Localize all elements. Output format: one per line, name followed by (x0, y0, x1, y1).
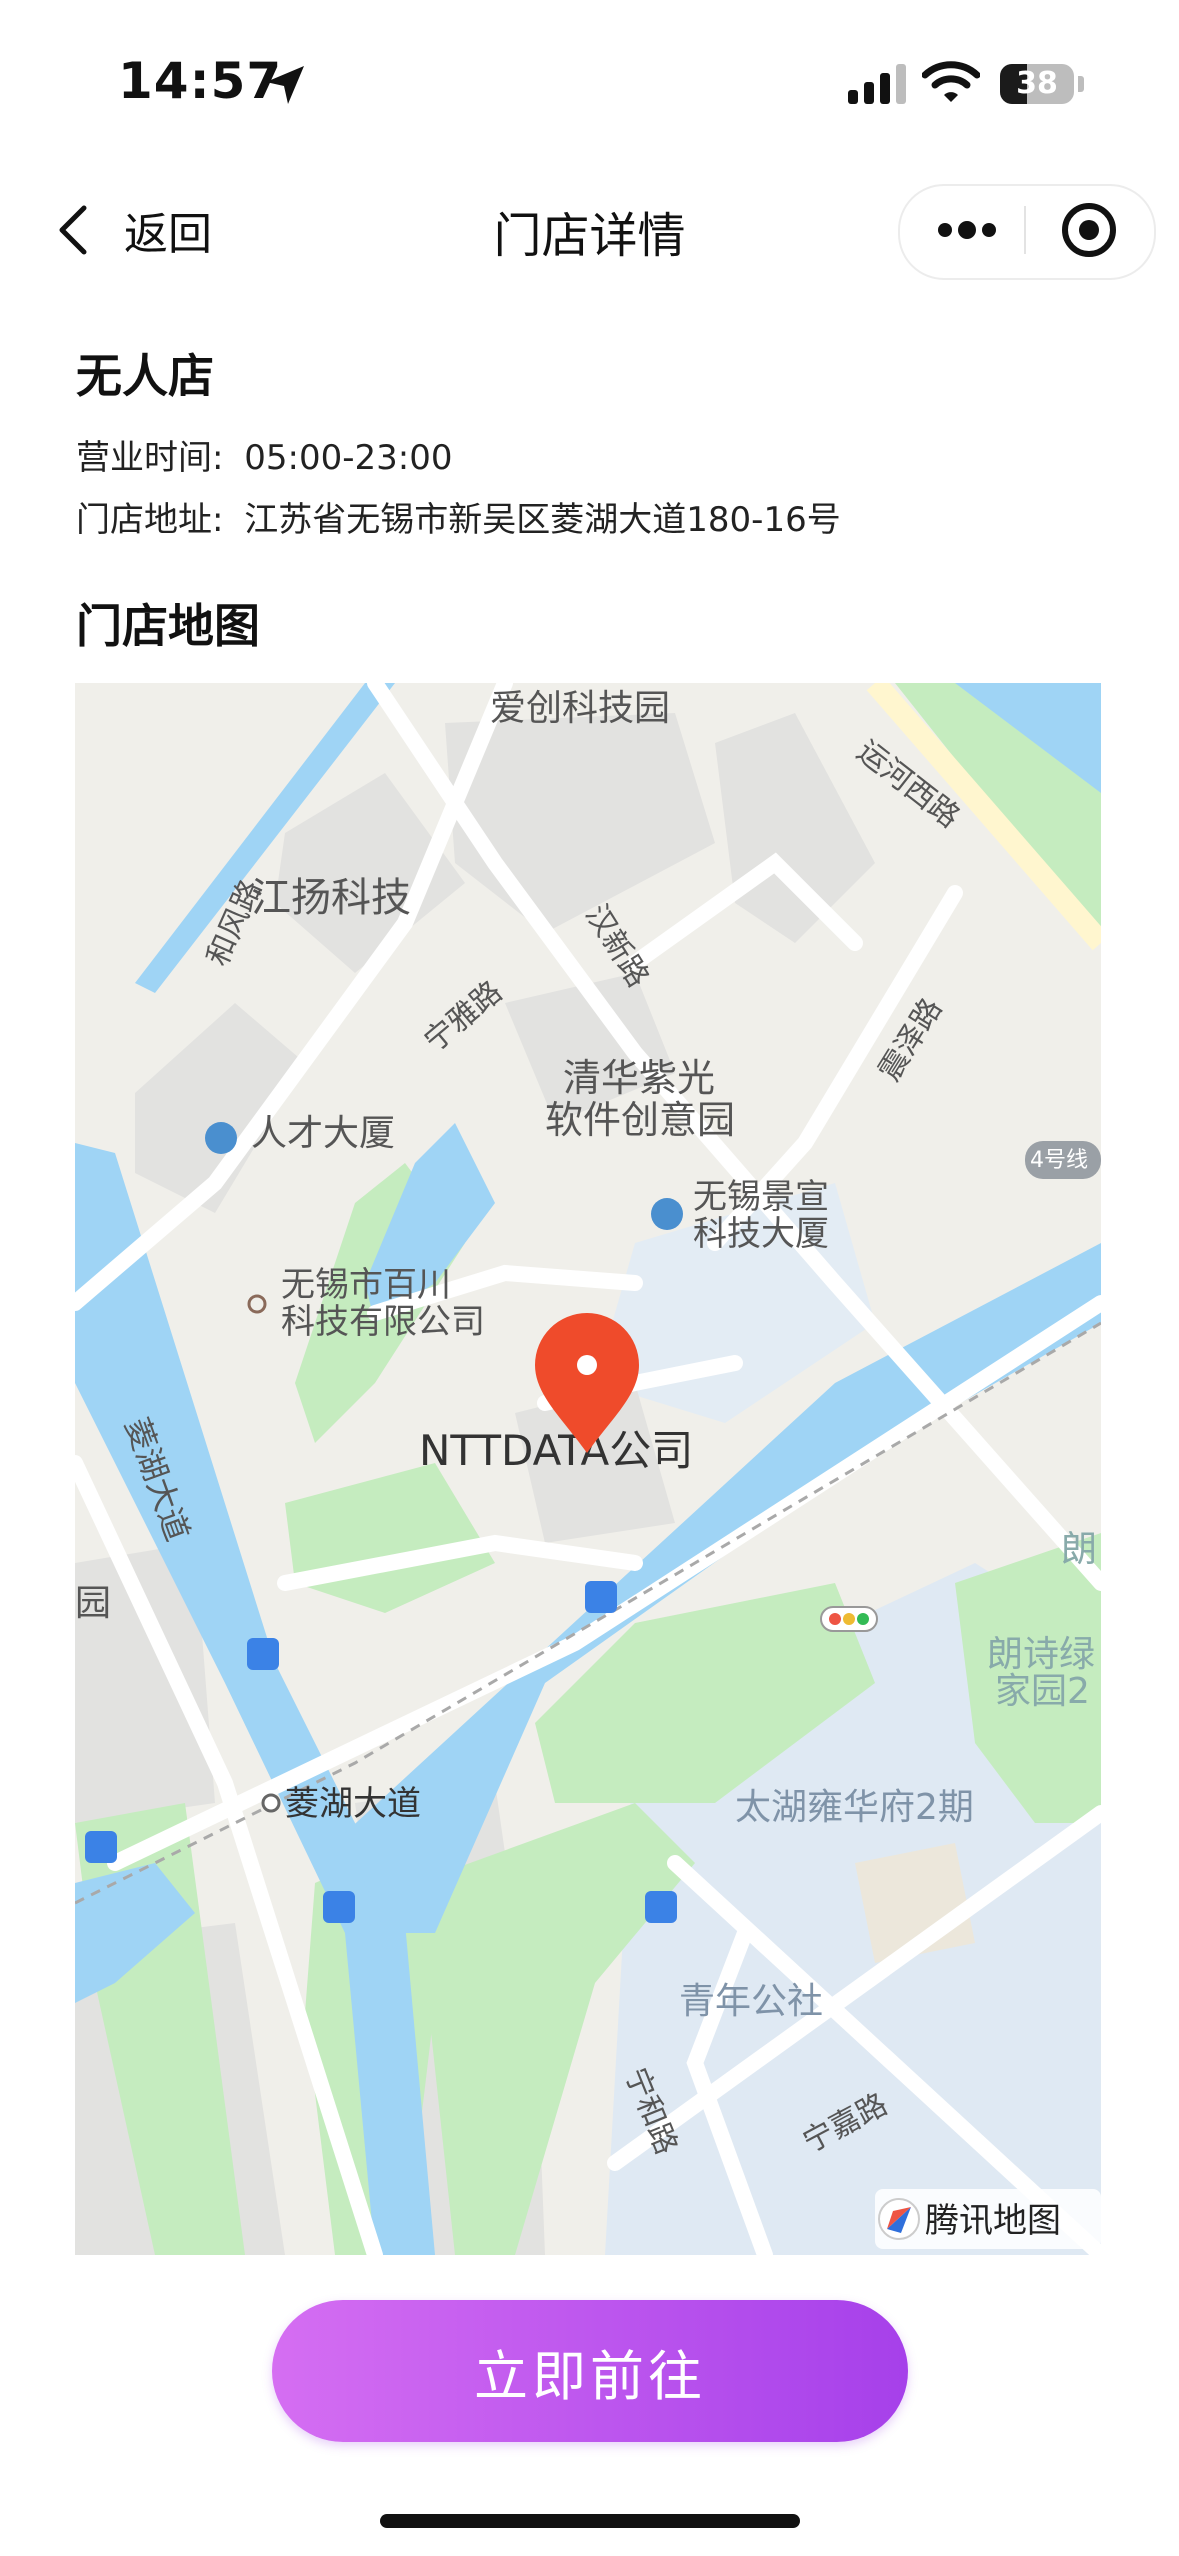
map-watermark-text: 腾讯地图 (925, 2201, 1061, 2241)
store-map[interactable]: 爱创科技园 江扬科技 清华紫光 软件创意园 人才大厦 无锡景宣 科技大厦 无锡市… (75, 683, 1101, 2255)
building-icon (205, 1122, 237, 1154)
cellular-signal-icon (848, 64, 906, 104)
map-label-rencai: 人才大厦 (251, 1113, 395, 1154)
map-label-jingxuan-1: 无锡景宣 (693, 1177, 829, 1217)
traffic-light-icon (820, 1606, 878, 1632)
navigate-now-button[interactable]: 立即前往 (272, 2300, 908, 2442)
metro-station-icon (261, 1793, 281, 1813)
location-arrow-icon (266, 66, 304, 104)
hours-label: 营业时间: (76, 438, 224, 478)
map-label-nttdata: NTTDATA公司 (419, 1426, 693, 1475)
map-label-aichuang: 爱创科技园 (490, 688, 670, 729)
business-hours-row: 营业时间: 05:00-23:00 (76, 430, 453, 479)
map-label-yuan: 园 (75, 1583, 111, 1624)
map-label-jiangyang: 江扬科技 (251, 875, 411, 921)
map-label-baichuan-1: 无锡市百川 (281, 1265, 451, 1305)
map-label-linghu-station: 菱湖大道 (285, 1784, 421, 1824)
map-label-qinghua-1: 清华紫光 (563, 1056, 715, 1100)
close-miniprogram-button[interactable] (1034, 186, 1144, 274)
battery-tip (1078, 76, 1084, 92)
status-time: 14:57 (118, 52, 283, 110)
building-icon (651, 1198, 683, 1230)
tencent-map-watermark: 腾讯地图 (875, 2189, 1101, 2249)
address-label: 门店地址: (76, 500, 224, 540)
wifi-icon (922, 61, 980, 102)
store-name: 无人店 (76, 349, 214, 403)
map-label-jingxuan-2: 科技大厦 (693, 1214, 829, 1254)
home-indicator[interactable] (380, 2514, 800, 2528)
capsule-divider (1024, 206, 1026, 254)
map-label-qingnian: 青年公社 (679, 1981, 823, 2022)
map-label-qinghua-2: 软件创意园 (545, 1098, 735, 1142)
map-label-metro4: 4号线 (1030, 1148, 1088, 1173)
map-heading: 门店地图 (76, 599, 260, 653)
map-label-baichuan-2: 科技有限公司 (281, 1302, 485, 1342)
map-label-lang: 朗 (1061, 1529, 1097, 1570)
address-value: 江苏省无锡市新吴区菱湖大道180-16号 (244, 500, 841, 540)
more-button[interactable] (912, 186, 1022, 274)
target-close-icon (1062, 203, 1116, 257)
battery-percent: 38 (1016, 66, 1058, 101)
map-label-taihu: 太湖雍华府2期 (735, 1787, 974, 1828)
hours-value: 05:00-23:00 (244, 438, 453, 478)
map-label-langshi-2: 家园2 (995, 1671, 1090, 1712)
battery-indicator: 38 (1000, 64, 1074, 104)
map-label-langshi-1: 朗诗绿 (987, 1634, 1095, 1675)
store-address-row: 门店地址: 江苏省无锡市新吴区菱湖大道180-16号 (76, 492, 841, 541)
more-dots-icon (938, 221, 996, 239)
